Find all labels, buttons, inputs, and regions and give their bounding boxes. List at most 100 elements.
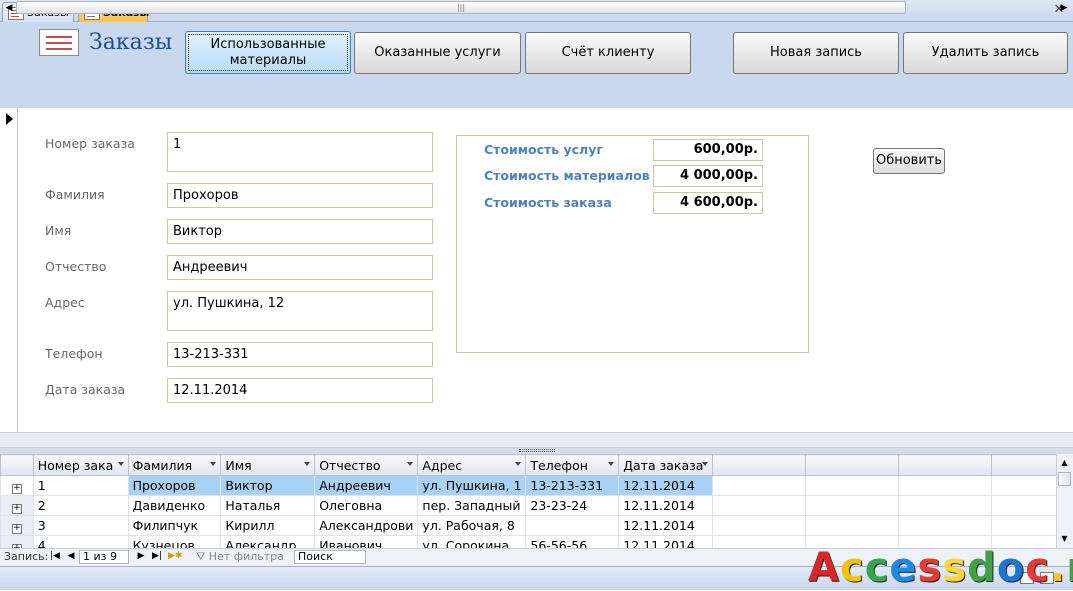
patronymic-field[interactable]: Андреевич xyxy=(167,255,433,280)
column-header[interactable]: Отчество xyxy=(314,454,419,476)
table-cell[interactable] xyxy=(525,515,620,536)
address-field[interactable]: ул. Пушкина, 12 xyxy=(167,291,433,331)
table-cell[interactable]: Виктор xyxy=(220,475,316,496)
sort-dropdown-icon[interactable] xyxy=(608,462,615,466)
column-header-label: Фамилия xyxy=(132,457,193,473)
row-selector[interactable]: + xyxy=(0,535,34,548)
new-record-icon[interactable]: ▶✱ xyxy=(168,550,182,563)
order-cost-value[interactable]: 4 600,00р. xyxy=(653,192,763,214)
table-cell[interactable]: Филипчук xyxy=(127,515,222,536)
table-cell[interactable]: 56-56-56 xyxy=(525,535,620,548)
table-cell[interactable]: Александр xyxy=(220,535,316,548)
table-cell[interactable]: 12.11.2014 xyxy=(618,495,714,516)
last-name-label: Фамилия xyxy=(45,187,105,202)
column-header-label: Имя xyxy=(225,457,252,473)
table-cell[interactable]: Давиденко xyxy=(127,495,222,516)
current-record-icon xyxy=(6,113,13,125)
select-all-cell[interactable] xyxy=(0,454,34,476)
table-cell[interactable]: 13-213-331 xyxy=(525,475,620,496)
table-cell[interactable]: 2 xyxy=(32,495,129,516)
button-label: Использованные материалы xyxy=(210,36,326,68)
table-cell[interactable]: Олеговна xyxy=(314,495,419,516)
horizontal-scrollbar[interactable] xyxy=(0,432,1073,448)
order-date-field[interactable]: 12.11.2014 xyxy=(167,378,433,403)
last-record-icon[interactable]: ▶| xyxy=(151,550,163,563)
scroll-up-icon[interactable]: ▲ xyxy=(1058,456,1071,469)
order-number-label: Номер заказа xyxy=(45,136,135,151)
sort-dropdown-icon[interactable] xyxy=(515,462,522,466)
table-cell[interactable]: ул. Сорокина xyxy=(417,535,527,548)
refresh-button[interactable]: Обновить xyxy=(873,148,945,174)
provided-services-button[interactable]: Оказанные услуги xyxy=(354,32,521,74)
empty-column-header xyxy=(805,454,899,476)
materials-cost-label: Стоимость материалов xyxy=(484,168,650,183)
table-cell[interactable]: пер. Западный xyxy=(417,495,527,516)
services-cost-value[interactable]: 600,00р. xyxy=(653,139,763,161)
column-header[interactable]: Имя xyxy=(220,454,316,476)
column-header[interactable]: Фамилия xyxy=(127,454,222,476)
search-input[interactable]: Поиск xyxy=(294,550,366,564)
new-record-button[interactable]: Новая запись xyxy=(733,32,899,74)
next-record-icon[interactable]: ▶ xyxy=(135,550,147,563)
sort-dropdown-icon[interactable] xyxy=(702,462,709,466)
phone-field[interactable]: 13-213-331 xyxy=(167,342,433,367)
scroll-right-icon[interactable]: ▶ xyxy=(1057,1,1071,15)
first-record-icon[interactable]: |◀ xyxy=(49,550,61,563)
sort-dropdown-icon[interactable] xyxy=(210,462,217,466)
table-cell[interactable]: 12.11.2014 xyxy=(618,515,714,536)
table-cell[interactable]: 12.11.2014 xyxy=(618,475,714,496)
order-number-field[interactable]: 1 xyxy=(167,132,433,172)
row-selector[interactable]: + xyxy=(0,515,34,536)
column-header[interactable]: Телефон xyxy=(525,454,620,476)
table-cell[interactable]: Андреевич xyxy=(314,475,419,496)
materials-cost-value[interactable]: 4 000,00р. xyxy=(653,165,763,187)
row-selector[interactable]: + xyxy=(0,475,34,496)
first-name-field[interactable]: Виктор xyxy=(167,219,433,244)
filter-status[interactable]: ⛛ Нет фильтра xyxy=(196,550,284,564)
table-cell[interactable]: Наталья xyxy=(220,495,316,516)
table-row[interactable]: + 3 Филипчук Кирилл Александрови ул. Раб… xyxy=(0,515,1073,536)
sort-dropdown-icon[interactable] xyxy=(407,462,414,466)
horizontal-scroll-thumb[interactable]: ||| xyxy=(16,1,906,14)
previous-record-icon[interactable]: ◀ xyxy=(65,550,77,563)
record-position-field[interactable]: 1 из 9 xyxy=(79,550,129,564)
expand-icon[interactable]: + xyxy=(11,483,22,494)
table-cell[interactable]: ул. Рабочая, 8 xyxy=(417,515,527,536)
delete-record-button[interactable]: Удалить запись xyxy=(903,32,1068,74)
table-cell[interactable]: Александрови xyxy=(314,515,419,536)
table-row[interactable]: + 1 Прохоров Виктор Андреевич ул. Пушкин… xyxy=(0,475,1073,496)
sort-dropdown-icon[interactable] xyxy=(117,462,124,466)
table-cell[interactable]: Прохоров xyxy=(127,475,222,496)
splitter-grip-icon[interactable] xyxy=(519,449,555,452)
vertical-scroll-thumb[interactable] xyxy=(1058,472,1071,486)
phone-label: Телефон xyxy=(45,346,103,361)
column-header[interactable]: Номер зака xyxy=(32,454,129,476)
sort-dropdown-icon[interactable] xyxy=(304,462,311,466)
table-cell[interactable]: 4 xyxy=(32,535,129,548)
column-header-label: Адрес xyxy=(422,457,463,473)
button-label: Удалить запись xyxy=(931,45,1040,60)
table-cell[interactable]: Иванович xyxy=(314,535,419,548)
row-selector[interactable]: + xyxy=(0,495,34,516)
used-materials-button[interactable]: Использованные материалы xyxy=(185,31,351,74)
table-row[interactable]: + 2 Давиденко Наталья Олеговна пер. Запа… xyxy=(0,495,1073,516)
table-cell[interactable]: Кирилл xyxy=(220,515,316,536)
record-label: Запись: xyxy=(4,550,49,563)
first-name-label: Имя xyxy=(45,223,72,238)
table-cell[interactable]: 1 xyxy=(32,475,129,496)
record-selector[interactable] xyxy=(0,108,18,432)
table-cell[interactable]: 23-23-24 xyxy=(525,495,620,516)
patronymic-label: Отчество xyxy=(45,259,107,274)
column-header[interactable]: Дата заказа xyxy=(618,454,714,476)
scroll-left-icon[interactable]: ◀ xyxy=(2,1,16,15)
expand-icon[interactable]: + xyxy=(11,523,22,534)
scroll-down-icon[interactable]: ▼ xyxy=(1058,532,1071,545)
table-cell[interactable]: Кузнецов xyxy=(127,535,222,548)
client-bill-button[interactable]: Счёт клиенту xyxy=(525,32,691,74)
expand-icon[interactable]: + xyxy=(11,503,22,514)
table-cell[interactable]: 3 xyxy=(32,515,129,536)
column-header[interactable]: Адрес xyxy=(417,454,527,476)
table-cell[interactable]: ул. Пушкина, 1 xyxy=(417,475,527,496)
table-cell[interactable]: 12.11.2014 xyxy=(618,535,714,548)
last-name-field[interactable]: Прохоров xyxy=(167,183,433,208)
